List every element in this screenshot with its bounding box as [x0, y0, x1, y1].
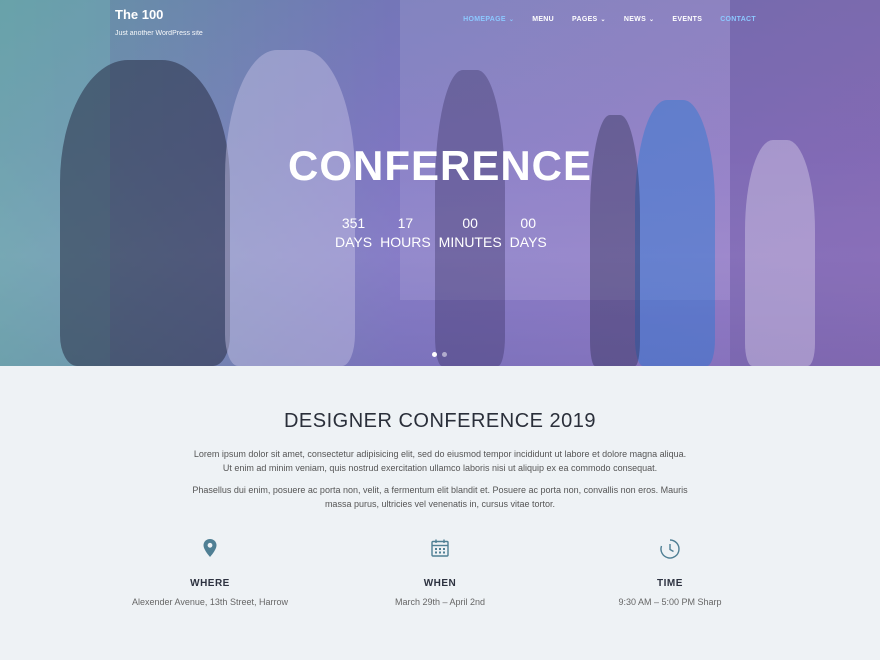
chevron-down-icon: ⌄	[600, 17, 606, 23]
slider-dot-2[interactable]	[442, 352, 447, 357]
site-branding: The 100 Just another WordPress site	[115, 7, 203, 37]
nav-item-news[interactable]: NEWS ⌄	[624, 16, 655, 23]
slider-dots	[432, 352, 447, 357]
intro-paragraph-2: Phasellus dui enim, posuere ac porta non…	[192, 485, 688, 509]
chevron-down-icon: ⌄	[508, 17, 515, 23]
countdown-value: 351	[341, 215, 366, 231]
countdown-minutes: 00 MINUTES	[439, 215, 502, 250]
nav-item-label: CONTACT	[720, 16, 756, 23]
countdown-timer: 351 DAYS 17 HOURS 00 MINUTES 00 DAYS	[335, 215, 547, 250]
clock-icon	[580, 538, 760, 562]
feature-heading: WHERE	[190, 578, 230, 589]
map-pin-icon	[120, 538, 300, 562]
countdown-seconds: 00 DAYS	[510, 215, 547, 250]
main-nav: HOMEPAGE ⌄ MENU PAGES ⌄ NEWS ⌄ EVENTS CONTA…	[463, 16, 756, 23]
feature-heading: TIME	[657, 578, 683, 589]
intro-paragraph-1: Lorem ipsum dolor sit amet, consectetur …	[193, 449, 687, 473]
countdown-label: MINUTES	[438, 234, 502, 250]
nav-item-label: PAGES	[572, 16, 598, 23]
slider-dot-1[interactable]	[432, 352, 437, 357]
conference-info-section: DESIGNER CONFERENCE 2019 Lorem ipsum dol…	[0, 366, 880, 660]
nav-item-events[interactable]: EVENTS	[672, 16, 702, 23]
feature-heading: WHEN	[423, 578, 457, 589]
chevron-down-icon: ⌄	[649, 17, 655, 23]
woman-figure	[225, 50, 355, 366]
feature-where: WHERE Alexender Avenue, 13th Street, Har…	[120, 538, 300, 607]
feature-value: March 29th – April 2nd	[394, 597, 486, 607]
nav-item-menu[interactable]: MENU	[532, 16, 554, 23]
nav-item-homepage[interactable]: HOMEPAGE ⌄	[463, 16, 514, 23]
man-figure	[60, 60, 230, 366]
nav-item-pages[interactable]: PAGES ⌄	[572, 16, 606, 23]
site-tagline: Just another WordPress site	[115, 30, 203, 37]
nav-item-label: NEWS	[623, 16, 647, 23]
countdown-value: 00	[520, 215, 536, 231]
feature-time: TIME 9:30 AM – 5:00 PM Sharp	[580, 538, 760, 607]
countdown-days: 351 DAYS	[335, 215, 372, 250]
walking-person	[635, 100, 715, 366]
countdown-label: HOURS	[380, 234, 431, 250]
calendar-icon	[350, 538, 530, 562]
countdown-label: DAYS	[509, 234, 547, 250]
countdown-label: DAYS	[335, 234, 373, 250]
nav-item-label: HOMEPAGE	[463, 16, 506, 23]
hero-banner: The 100 Just another WordPress site HOME…	[0, 0, 880, 366]
hero-title: CONFERENCE	[287, 142, 593, 189]
site-title[interactable]: The 100	[115, 7, 203, 22]
nav-item-label: EVENTS	[672, 16, 703, 23]
nav-item-label: MENU	[532, 16, 555, 23]
countdown-value: 00	[462, 215, 478, 231]
countdown-value: 17	[397, 215, 414, 231]
nav-item-contact[interactable]: CONTACT	[720, 16, 756, 23]
section-title: DESIGNER CONFERENCE 2019	[283, 410, 597, 432]
feature-when: WHEN March 29th – April 2nd	[350, 538, 530, 607]
countdown-hours: 17 HOURS	[380, 215, 431, 250]
feature-value: 9:30 AM – 5:00 PM Sharp	[618, 597, 722, 607]
site-header: The 100 Just another WordPress site HOME…	[0, 0, 880, 60]
feature-value: Alexender Avenue, 13th Street, Harrow	[132, 597, 288, 607]
